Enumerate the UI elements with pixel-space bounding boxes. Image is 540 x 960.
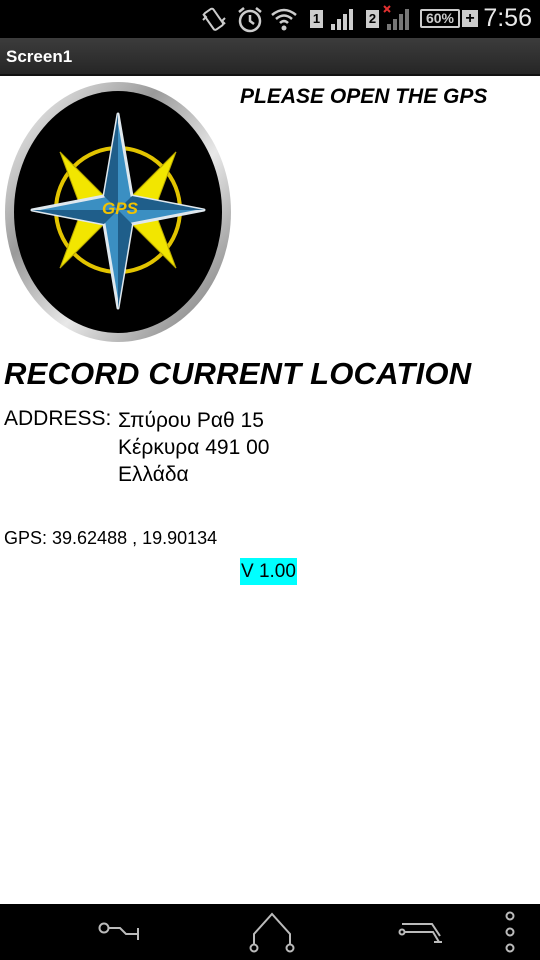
title-bar: Screen1 [0,38,540,76]
sim1-badge: 1 [310,10,323,28]
sim2-badge: 2 [366,10,379,28]
status-bar: 1 2 60% + 7:56 [0,0,540,38]
wifi-icon [271,8,297,31]
gps-compass-logo: GPS [5,82,231,342]
address-label: ADDRESS: [4,407,112,430]
alarm-icon [238,7,262,33]
signal-no-service-icon [383,5,409,30]
charging-plus-icon: + [462,10,478,27]
battery-icon: 60% [420,9,460,28]
address-value: Σπύρου Ραθ 15 Κέρκυρα 491 00 Ελλάδα [118,407,269,488]
vibrate-icon [202,7,226,31]
version-label: V 1.00 [240,558,297,585]
logo-text: GPS [102,199,139,218]
battery-percent: 60% [425,10,455,26]
gps-hint-label: PLEASE OPEN THE GPS [240,85,488,108]
sim2-label: 2 [368,11,377,26]
navigation-bar [0,904,540,960]
home-icon[interactable] [244,904,300,960]
sim1-label: 1 [312,11,321,26]
screen-title: Screen1 [6,47,73,66]
gps-coordinates: GPS: 39.62488 , 19.90134 [4,528,218,548]
clock: 7:56 [483,4,532,32]
recents-icon[interactable] [396,904,452,960]
menu-icon[interactable] [496,904,524,960]
back-icon[interactable] [92,904,148,960]
signal-icon [331,9,353,30]
record-location-heading: RECORD CURRENT LOCATION [4,356,472,391]
address-line-country: Ελλάδα [118,463,189,486]
address-line-city: Κέρκυρα 491 00 [118,436,270,459]
address-line-street: Σπύρου Ραθ 15 [118,409,264,432]
